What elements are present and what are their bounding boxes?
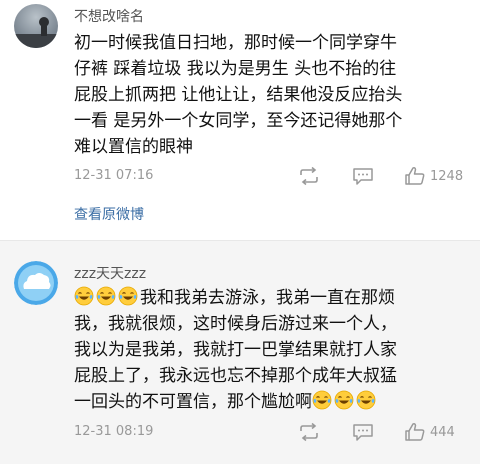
timestamp: 12-31 08:19 bbox=[74, 424, 154, 439]
like-button[interactable]: 1248 bbox=[404, 164, 463, 188]
like-icon bbox=[405, 422, 425, 441]
comment-line: 仔裤 踩着垃圾 我以为是男生 头也不抬的往 bbox=[74, 59, 397, 79]
repost-button[interactable] bbox=[298, 164, 320, 188]
username[interactable]: zzz天天zzz bbox=[74, 265, 146, 283]
comment-button[interactable] bbox=[352, 420, 374, 444]
comment-icon bbox=[353, 424, 373, 441]
comment-line: 我以为是我弟，我就打一巴掌结果就打人家 bbox=[74, 340, 397, 360]
comment-line-text: 我和我弟去游泳，我弟一直在那烦 bbox=[140, 288, 395, 308]
comment-line: 我和我弟去游泳，我弟一直在那烦 bbox=[74, 285, 470, 311]
comment-line: 一回头的不可置信，那个尴尬啊 bbox=[74, 389, 470, 415]
comment-line: 一看 是另外一个女同学，至今还记得她那个 bbox=[74, 111, 403, 131]
laughing-tears-emoji-icon bbox=[356, 390, 376, 410]
laughing-tears-emoji-icon bbox=[312, 390, 332, 410]
repost-icon bbox=[300, 166, 318, 186]
repost-button[interactable] bbox=[298, 420, 320, 444]
timestamp: 12-31 07:16 bbox=[74, 168, 154, 183]
comment-text: 初一时候我值日扫地，那时候一个同学穿牛 仔裤 踩着垃圾 我以为是男生 头也不抬的… bbox=[74, 30, 470, 160]
comment-line: 屁股上抓两把 让他让让，结果他没反应抬头 bbox=[74, 85, 403, 105]
comment-item: zzz天天zzz 我和我弟去游泳，我弟一直在那烦 我，我就很烦，这时候身后游过来… bbox=[0, 241, 480, 464]
laughing-tears-emoji-icon bbox=[96, 286, 116, 306]
comment-line: 我，我就很烦，这时候身后游过来一个人， bbox=[74, 314, 397, 334]
like-icon bbox=[405, 166, 425, 185]
repost-icon bbox=[300, 422, 318, 442]
laughing-tears-emoji-icon bbox=[74, 286, 94, 306]
comment-line: 难以置信的眼神 bbox=[74, 137, 193, 157]
comment-icon bbox=[353, 168, 373, 185]
comment-item: 不想改啥名 初一时候我值日扫地，那时候一个同学穿牛 仔裤 踩着垃圾 我以为是男生… bbox=[0, 0, 480, 240]
avatar[interactable] bbox=[14, 4, 58, 48]
avatar[interactable] bbox=[14, 261, 58, 305]
comment-text: 我和我弟去游泳，我弟一直在那烦 我，我就很烦，这时候身后游过来一个人， 我以为是… bbox=[74, 285, 470, 415]
comment-button[interactable] bbox=[352, 164, 374, 188]
like-count: 1248 bbox=[430, 168, 464, 184]
comment-meta: 12-31 07:16 1248 bbox=[74, 164, 470, 188]
laughing-tears-emoji-icon bbox=[334, 390, 354, 410]
username[interactable]: 不想改啥名 bbox=[74, 8, 144, 26]
comment-line: 屁股上了，我永远也忘不掉那个成年大叔猛 bbox=[74, 366, 397, 386]
laughing-tears-emoji-icon bbox=[118, 286, 138, 306]
view-original-link[interactable]: 查看原微博 bbox=[74, 204, 144, 224]
comment-meta: 12-31 08:19 444 bbox=[74, 420, 470, 444]
comment-line-text: 一回头的不可置信，那个尴尬啊 bbox=[74, 392, 312, 412]
like-count: 444 bbox=[430, 424, 455, 440]
comment-line: 初一时候我值日扫地，那时候一个同学穿牛 bbox=[74, 33, 397, 53]
like-button[interactable]: 444 bbox=[404, 420, 455, 444]
